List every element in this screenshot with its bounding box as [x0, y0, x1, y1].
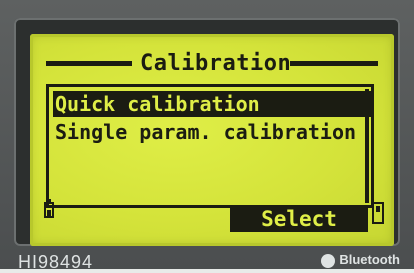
calibration-menu: Quick calibration Single param. calibrat…	[46, 84, 374, 208]
menu-scrollbar	[365, 89, 369, 203]
battery-icon	[44, 199, 54, 218]
menu-item-single-param-calibration[interactable]: Single param. calibration	[53, 119, 356, 145]
lcd-screen: Calibration Quick calibration Single par…	[30, 34, 394, 246]
bluetooth-icon	[321, 253, 336, 268]
select-softkey-button[interactable]: Select	[230, 206, 368, 232]
menu-item-quick-calibration[interactable]: Quick calibration	[53, 91, 373, 117]
bluetooth-logo: Bluetooth	[321, 252, 400, 268]
model-label: HI98494	[18, 252, 94, 272]
memory-icon	[372, 202, 384, 224]
title-divider-left	[46, 61, 132, 66]
screen-title-row: Calibration	[46, 50, 378, 78]
bluetooth-label: Bluetooth	[339, 252, 400, 267]
title-divider-right	[290, 61, 378, 66]
screen-title: Calibration	[140, 51, 292, 76]
